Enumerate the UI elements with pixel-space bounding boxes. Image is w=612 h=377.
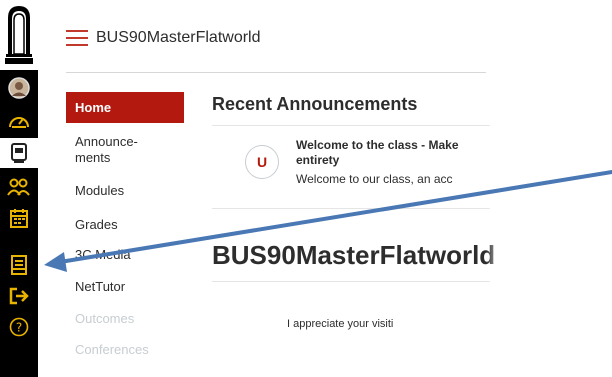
recent-announcements-heading: Recent Announcements [212, 94, 418, 114]
page-body-text: I appreciate your visiti [287, 318, 394, 330]
section-divider [212, 208, 490, 209]
course-nav-announcements[interactable]: Announce- ments [66, 134, 184, 166]
header-divider [66, 72, 486, 73]
help-icon[interactable]: ? [0, 312, 38, 342]
course-nav-grades[interactable]: Grades [66, 217, 184, 233]
dashboard-icon[interactable] [0, 106, 38, 136]
course-nav-label: Outcomes [75, 311, 135, 326]
announcement-title-line1: Welcome to the class - Make [296, 138, 459, 152]
course-nav-label: 3C Media [75, 247, 131, 262]
course-breadcrumb[interactable]: BUS90MasterFlatworld [96, 29, 261, 47]
hamburger-menu-icon[interactable] [66, 30, 88, 46]
course-nav-3c-media[interactable]: 3C Media [66, 247, 184, 263]
course-nav-conferences[interactable]: Conferences [66, 342, 184, 358]
course-nav-label: Conferences [75, 342, 149, 357]
course-nav-label-cont: ments [75, 150, 111, 165]
page-title: BUS90MasterFlatworld [212, 240, 496, 270]
course-nav-outcomes[interactable]: Outcomes [66, 311, 184, 327]
content-fade-edge [486, 80, 506, 377]
global-nav: ? [0, 0, 38, 377]
announcement-title-line2: entirety [296, 153, 340, 167]
course-nav-nettutor[interactable]: NetTutor [66, 279, 184, 295]
course-nav-label: Announce- [75, 134, 138, 149]
course-nav-label: Modules [75, 183, 125, 198]
course-nav-label: Home [75, 100, 112, 115]
course-nav-label: NetTutor [75, 279, 126, 294]
course-nav-modules[interactable]: Modules [66, 183, 184, 199]
university-logo-icon[interactable] [0, 0, 38, 70]
arrow-head [44, 252, 67, 272]
inbox-icon[interactable] [0, 250, 38, 280]
groups-icon[interactable] [0, 172, 38, 202]
announcement-avatar: U [245, 145, 279, 179]
title-divider [212, 281, 490, 282]
courses-icon[interactable] [0, 138, 38, 168]
profile-avatar-icon[interactable] [0, 73, 38, 103]
announcement-preview: Welcome to our class, an acc [296, 172, 453, 186]
announcement-title-link[interactable]: Welcome to the class - Make entirety [296, 138, 506, 168]
course-nav-label: Grades [75, 217, 118, 232]
logout-icon[interactable] [0, 281, 38, 311]
announcements-divider [212, 125, 490, 126]
svg-text:?: ? [16, 321, 22, 335]
course-nav-home[interactable]: Home [66, 92, 184, 123]
calendar-icon[interactable] [0, 203, 38, 233]
course-header: BUS90MasterFlatworld [38, 0, 612, 70]
